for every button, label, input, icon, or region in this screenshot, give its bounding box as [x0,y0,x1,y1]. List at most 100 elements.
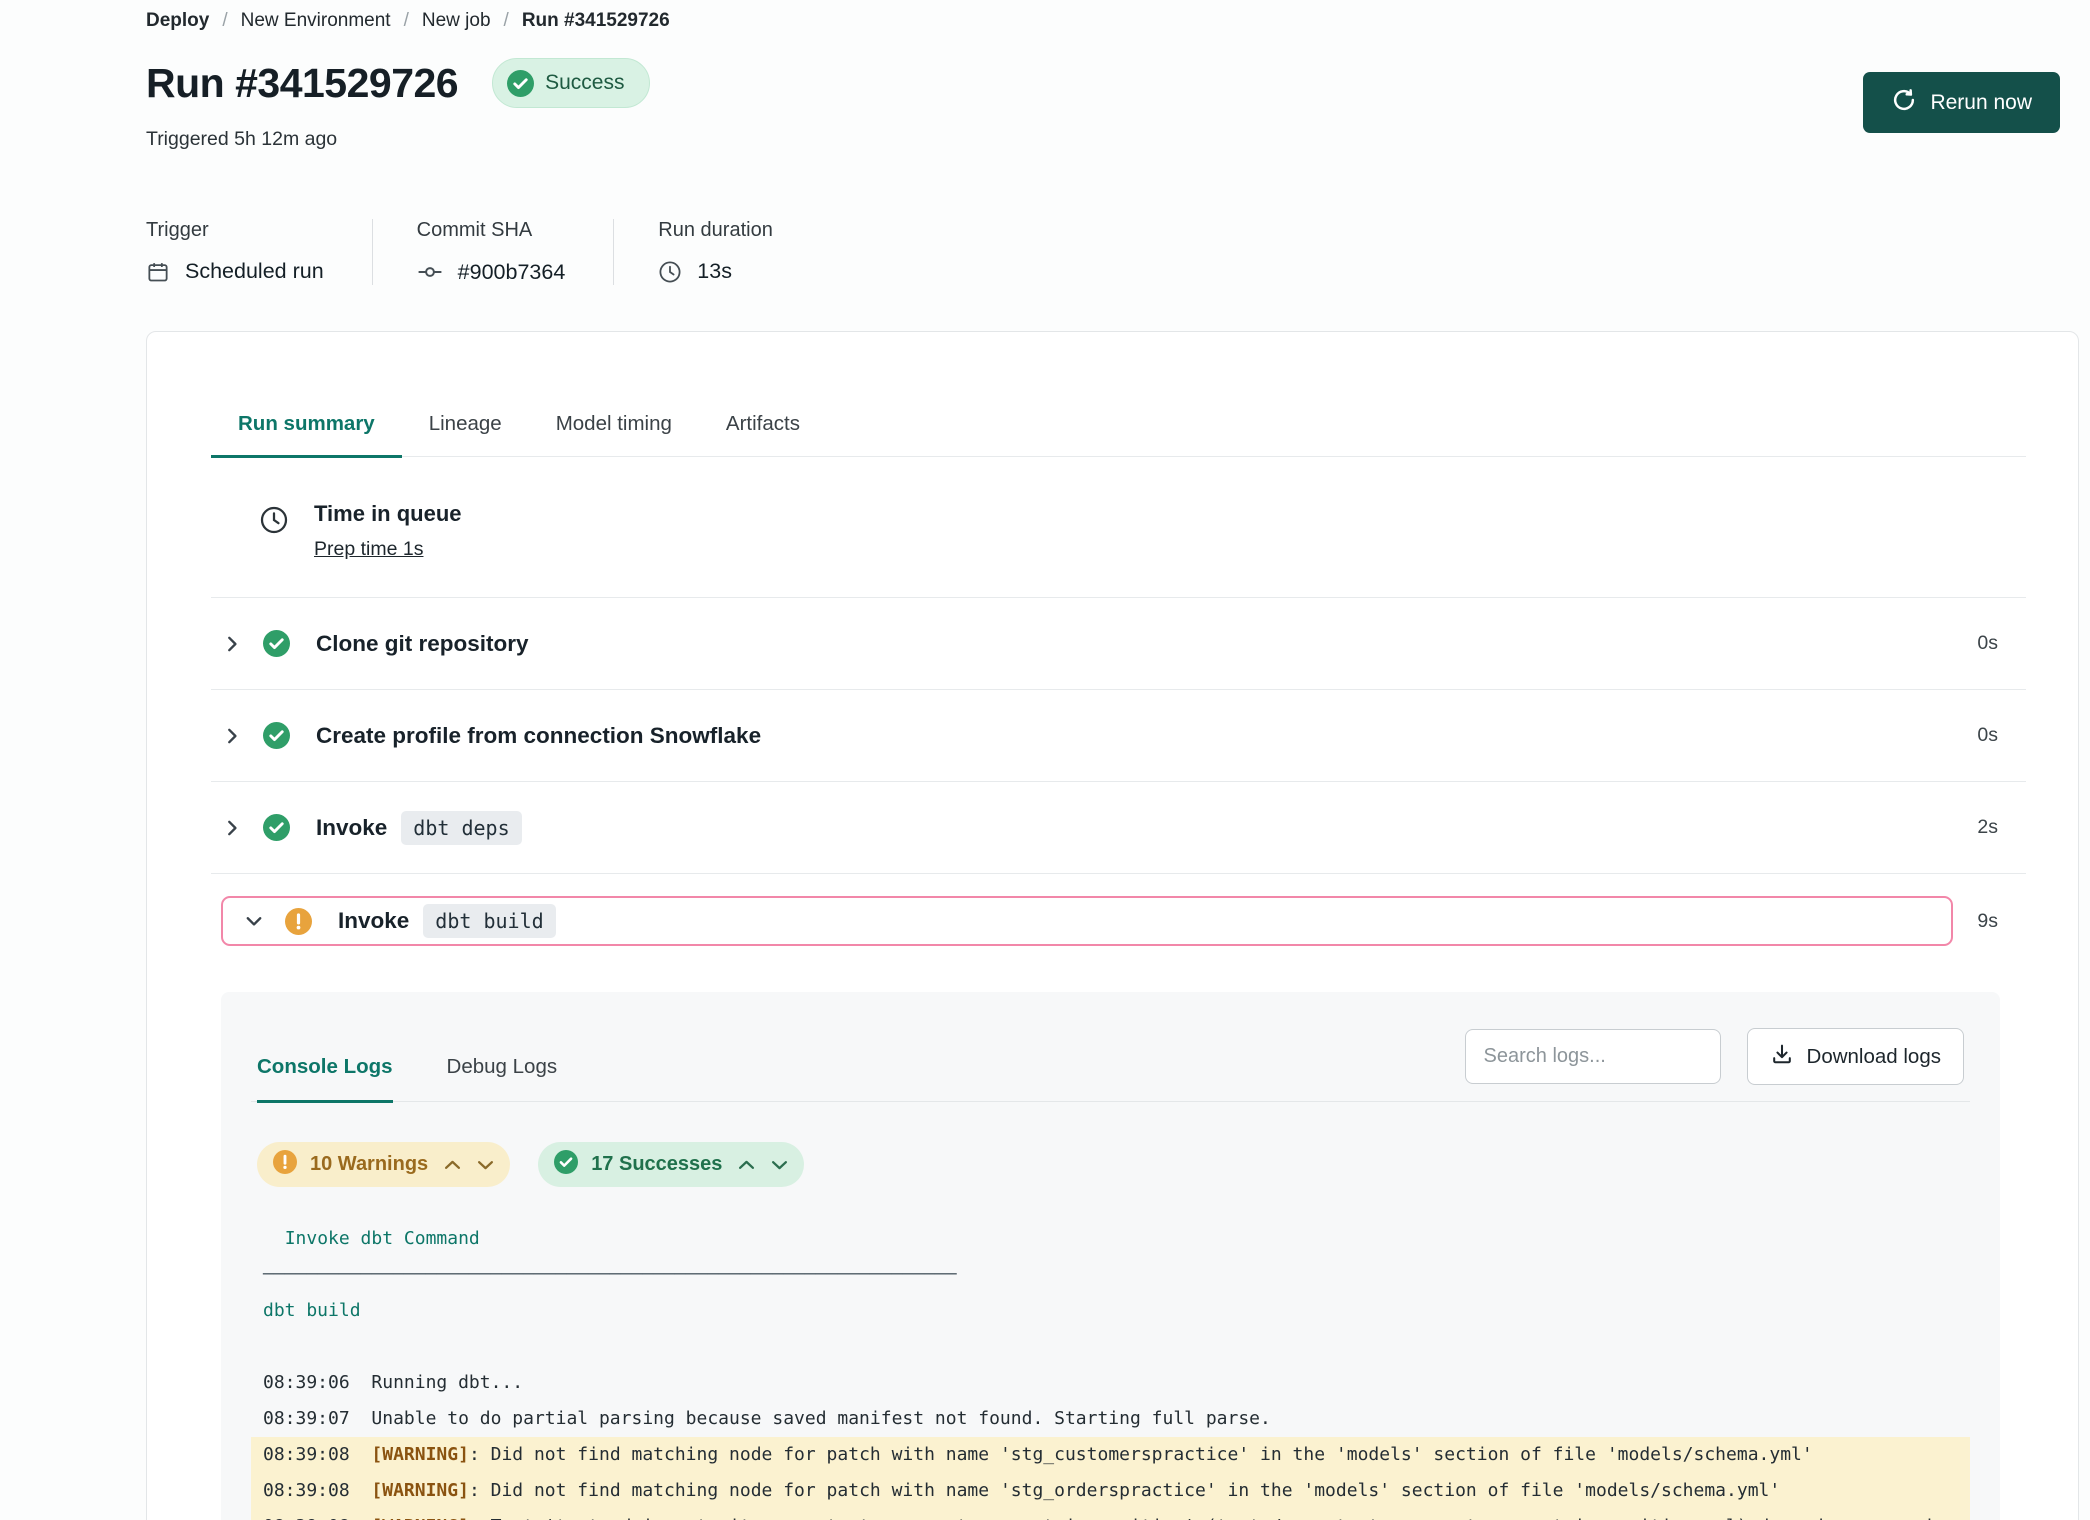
commit-value: #900b7364 [458,260,566,285]
step-row-clone-git-repository[interactable]: Clone git repository 0s [211,598,2026,690]
log-output: Invoke dbt Command ──────────────────────… [251,1221,1970,1520]
log-line: 08:39:07 Unable to do partial parsing be… [251,1401,1970,1437]
step-row-create-profile-from-connection-snowflake[interactable]: Create profile from connection Snowflake… [211,690,2026,782]
step-label: Invoke [338,908,409,934]
console-logs-panel: Console Logs Debug Logs Download logs 10 … [221,992,2000,1520]
log-line: dbt build [251,1293,1970,1329]
search-logs-input[interactable] [1465,1029,1721,1084]
commit-icon [417,259,443,285]
breadcrumb-item-run-341529726[interactable]: Run #341529726 [522,10,670,32]
run-detail-page: Deploy/New Environment/New job/Run #3415… [0,0,2090,1520]
clock-icon [658,260,682,284]
step-duration: 9s [1977,910,1998,933]
log-message: : Did not find matching node for patch w… [469,1480,1780,1501]
log-line-blank [251,1329,1970,1365]
step-duration: 0s [1977,724,1998,747]
breadcrumb-item-deploy[interactable]: Deploy [146,10,209,32]
prep-time-link[interactable]: Prep time 1s [314,538,423,561]
chevron-up-icon[interactable] [444,1159,461,1171]
success-check-icon [554,1150,578,1179]
warnings-pill[interactable]: 10 Warnings [257,1142,510,1187]
meta-commit: Commit SHA #900b7364 [417,219,615,285]
successes-pill[interactable]: 17 Successes [538,1142,804,1187]
step-duration: 0s [1977,632,1998,655]
step-success-icon [263,722,290,749]
step-command-chip: dbt build [423,904,555,938]
chevron-right-icon[interactable] [221,633,243,655]
status-badge: Success [492,58,649,108]
log-warning-tag: [WARNING] [371,1444,469,1465]
queue-title: Time in queue [314,501,462,527]
log-timestamp: 08:39:07 [263,1408,350,1429]
log-timestamp: 08:39:08 [263,1480,350,1501]
log-line: 08:39:08 [WARNING]: Did not find matchin… [251,1473,1970,1509]
step-duration: 2s [1977,816,1998,839]
run-tabs: Run summaryLineageModel timingArtifacts [211,412,2026,457]
log-warning-tag: [WARNING] [371,1516,469,1520]
run-meta-row: Trigger Scheduled run Commit SHA #900b73… [146,219,2090,285]
log-tab-console-logs[interactable]: Console Logs [257,1055,393,1103]
log-line: 08:39:08 [WARNING]: Test 'test.admin_mat… [251,1509,1970,1520]
log-warning-tag: [WARNING] [371,1480,469,1501]
chevron-right-icon[interactable] [221,817,243,839]
log-timestamp: 08:39:06 [263,1372,350,1393]
status-badge-label: Success [545,71,624,95]
steps-list: Clone git repository 0s Create profile f… [211,598,2026,874]
step-command-chip: dbt deps [401,811,521,845]
log-timestamp: 08:39:08 [263,1516,350,1520]
breadcrumb-item-new-job[interactable]: New job [422,10,491,32]
log-tabs: Console Logs Debug Logs [257,1055,611,1101]
log-message: Running dbt... [371,1372,523,1393]
log-message: ────────────────────────────────────────… [263,1264,957,1285]
commit-label: Commit SHA [417,219,566,242]
rerun-now-label: Rerun now [1930,91,2032,115]
clock-icon [259,505,289,561]
refresh-icon [1891,87,1917,119]
log-line: 08:39:06 Running dbt... [251,1365,1970,1401]
chevron-down-icon[interactable] [243,910,265,932]
step-success-icon [263,814,290,841]
log-line: 08:39:08 [WARNING]: Did not find matchin… [251,1437,1970,1473]
download-icon [1770,1042,1794,1072]
step-expanded-header[interactable]: Invoke dbt build [221,896,1953,946]
chevron-down-icon[interactable] [477,1159,494,1171]
tab-run-summary[interactable]: Run summary [211,412,402,458]
log-message: : Did not find matching node for patch w… [469,1444,1813,1465]
rerun-now-button[interactable]: Rerun now [1863,72,2060,133]
tab-artifacts[interactable]: Artifacts [699,412,827,458]
tab-lineage[interactable]: Lineage [402,412,529,458]
log-line: Invoke dbt Command [251,1221,1970,1257]
log-message: : Test 'test.admin_maturity.assert_stg_p… [263,1516,1954,1520]
log-message: Unable to do partial parsing because sav… [371,1408,1270,1429]
download-logs-button[interactable]: Download logs [1747,1028,1964,1085]
step-row-invoke-dbt-deps[interactable]: Invoke dbt deps 2s [211,782,2026,874]
breadcrumb: Deploy/New Environment/New job/Run #3415… [146,10,2090,32]
chevron-up-icon[interactable] [738,1159,755,1171]
step-success-icon [263,630,290,657]
step-label: Create profile from connection Snowflake [316,723,761,749]
success-check-icon [507,70,534,97]
log-message: dbt build [263,1300,361,1321]
breadcrumb-separator: / [404,10,409,32]
warning-icon [273,1150,297,1179]
breadcrumb-item-new-environment[interactable]: New Environment [241,10,391,32]
breadcrumb-separator: / [222,10,227,32]
chevron-down-icon[interactable] [771,1159,788,1171]
page-title: Run #341529726 [146,60,458,107]
chevron-right-icon[interactable] [221,725,243,747]
calendar-icon [146,260,170,284]
run-summary-card: Run summaryLineageModel timingArtifacts … [146,331,2079,1520]
duration-label: Run duration [658,219,773,242]
trigger-value: Scheduled run [185,259,324,284]
time-in-queue-section: Time in queue Prep time 1s [211,457,2026,598]
meta-duration: Run duration 13s [658,219,821,285]
log-tab-debug-logs[interactable]: Debug Logs [447,1055,558,1103]
log-line: ────────────────────────────────────────… [251,1257,1970,1293]
header-row: Run #341529726 Success [146,58,2090,108]
tab-model-timing[interactable]: Model timing [529,412,699,458]
step-label: Clone git repository [316,631,529,657]
log-header: Console Logs Debug Logs Download logs [251,1028,1970,1102]
download-logs-label: Download logs [1807,1045,1941,1069]
warnings-pill-label: 10 Warnings [310,1153,428,1176]
step-warning-icon [285,908,312,935]
